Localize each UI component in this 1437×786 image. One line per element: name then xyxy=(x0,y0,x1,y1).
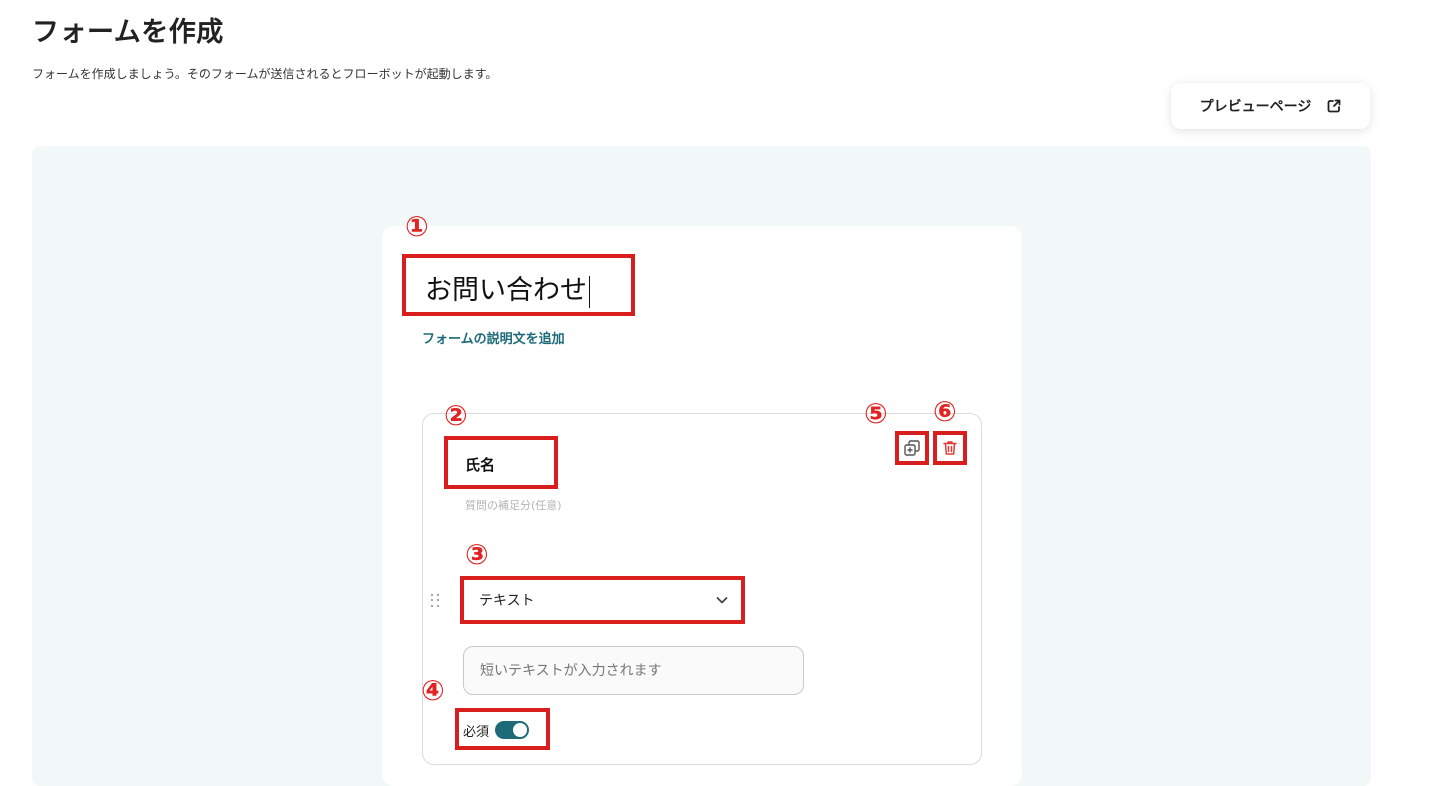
annotation-marker-2: ② xyxy=(444,399,468,432)
form-title-input[interactable]: お問い合わせ xyxy=(425,268,590,308)
question-help-input[interactable]: 質問の補足分(任意) xyxy=(465,497,562,513)
form-title-text: お問い合わせ xyxy=(425,275,587,306)
add-form-description-link[interactable]: フォームの説明文を追加 xyxy=(422,328,565,347)
delete-question-button[interactable] xyxy=(938,436,962,460)
drag-handle[interactable] xyxy=(431,594,441,608)
annotation-marker-4: ④ xyxy=(421,674,445,707)
question-type-select[interactable]: テキスト xyxy=(465,580,741,620)
annotation-marker-6: ⑥ xyxy=(933,395,957,428)
question-type-value: テキスト xyxy=(479,593,535,609)
page-title: フォームを作成 xyxy=(32,17,224,48)
annotation-marker-3: ③ xyxy=(465,538,489,571)
annotation-marker-1: ① xyxy=(405,210,429,243)
question-label-input[interactable]: 氏名 xyxy=(465,454,495,475)
duplicate-icon xyxy=(904,440,920,456)
page-description: フォームを作成しましょう。そのフォームが送信されるとフローボットが起動します。 xyxy=(32,67,498,81)
required-toggle[interactable] xyxy=(495,721,530,739)
duplicate-question-button[interactable] xyxy=(900,436,924,460)
chevron-down-icon xyxy=(716,597,728,604)
highlight-box-question-label xyxy=(444,436,558,489)
required-label: 必須 xyxy=(463,724,490,740)
toggle-knob xyxy=(513,723,528,737)
text-caret xyxy=(589,275,590,308)
trash-icon xyxy=(943,441,957,455)
preview-page-button[interactable]: プレビューページ xyxy=(1171,83,1370,129)
preview-page-label: プレビューページ xyxy=(1199,99,1312,115)
answer-preview-input[interactable] xyxy=(463,646,804,695)
annotation-marker-5: ⑤ xyxy=(864,397,888,430)
external-link-icon xyxy=(1327,99,1341,113)
required-row: 必須 xyxy=(463,720,530,740)
